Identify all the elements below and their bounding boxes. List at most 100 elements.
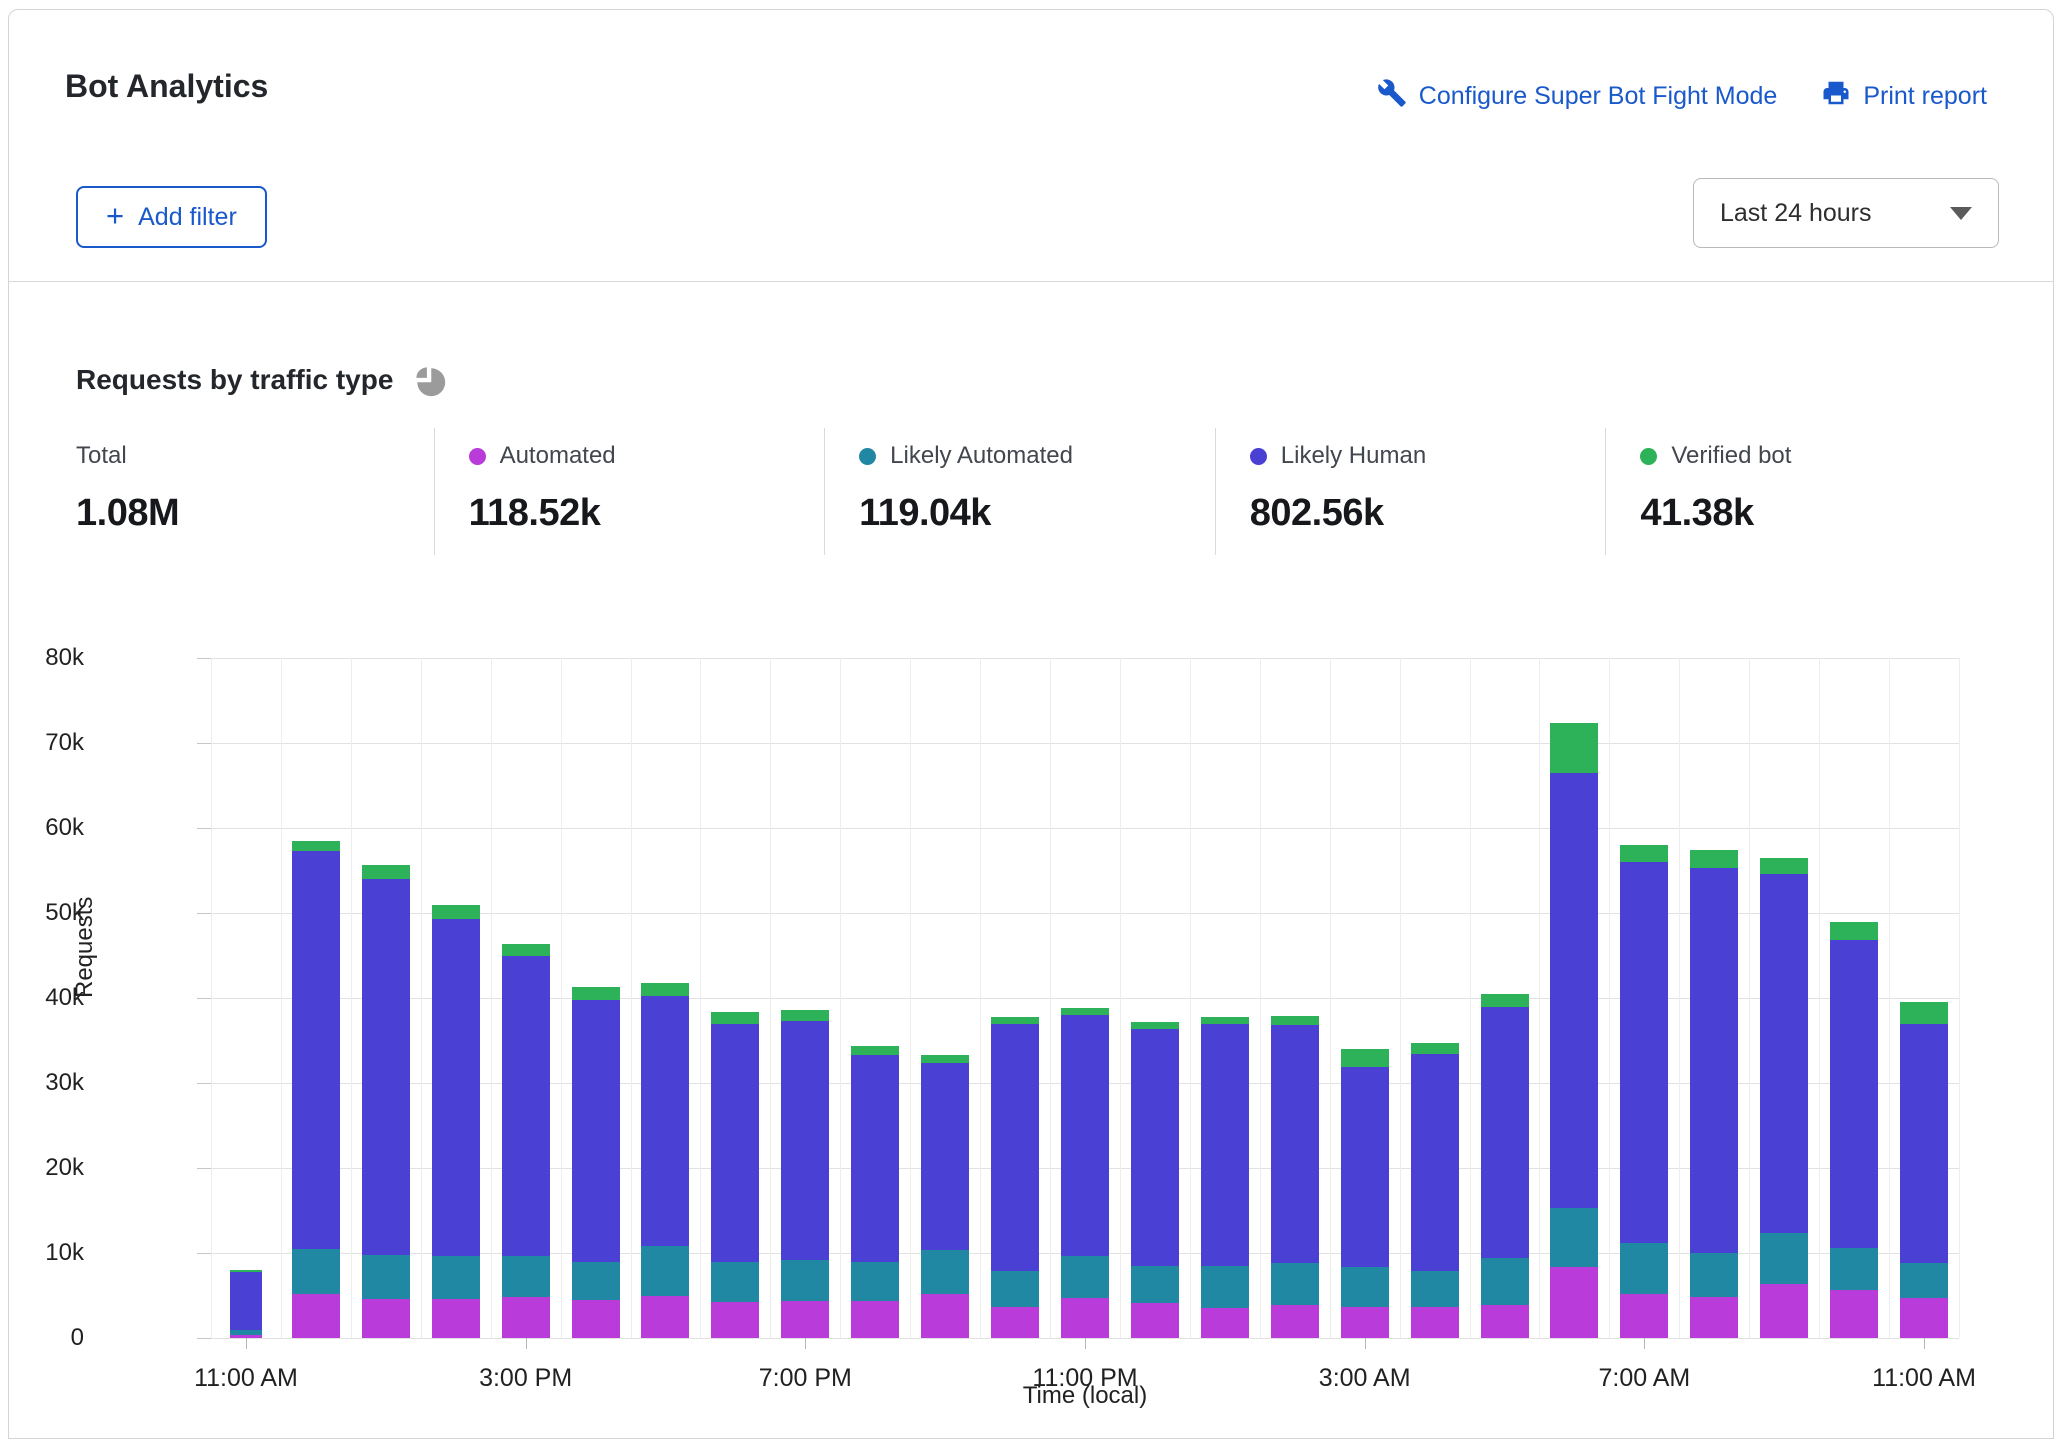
bar-segment-likely-human <box>1620 862 1668 1243</box>
v-gridline <box>281 658 282 1338</box>
section-title: Requests by traffic type <box>76 364 393 396</box>
y-tick <box>197 1168 211 1169</box>
stat-label: Automated <box>500 442 616 470</box>
y-tick-label: 70k <box>8 729 84 757</box>
bar-segment-likely-automated <box>1201 1266 1249 1309</box>
page-title: Bot Analytics <box>65 68 268 105</box>
y-tick-label: 80k <box>8 644 84 672</box>
bar-segment-automated <box>711 1302 759 1338</box>
chevron-down-icon <box>1950 207 1972 220</box>
stacked-bar <box>1830 922 1878 1338</box>
v-gridline <box>211 658 212 1338</box>
bar-segment-automated <box>1900 1298 1948 1338</box>
bar-segment-likely-automated <box>502 1256 550 1297</box>
configure-super-bot-fight-mode-link[interactable]: Configure Super Bot Fight Mode <box>1377 78 1778 115</box>
stat-value: 41.38k <box>1640 492 1996 535</box>
stat-value: 118.52k <box>469 492 825 535</box>
bar-segment-verified-bot <box>1061 1008 1109 1015</box>
stacked-bar <box>432 905 480 1338</box>
v-gridline <box>1260 658 1261 1338</box>
stat-automated[interactable]: Automated 118.52k <box>435 428 825 555</box>
stacked-bar <box>1201 1017 1249 1338</box>
v-gridline <box>1400 658 1401 1338</box>
stat-total: Total 1.08M <box>76 428 434 555</box>
stat-label: Total <box>76 442 127 470</box>
bar-segment-verified-bot <box>502 944 550 956</box>
bar-segment-likely-human <box>502 956 550 1257</box>
bar-segment-likely-automated <box>292 1249 340 1294</box>
bar-segment-verified-bot <box>851 1046 899 1055</box>
print-link-label: Print report <box>1863 82 1987 111</box>
bar-segment-verified-bot <box>1690 850 1738 868</box>
bar-segment-automated <box>921 1294 969 1338</box>
bar-segment-automated <box>1690 1297 1738 1338</box>
time-range-select[interactable]: Last 24 hours <box>1693 178 1999 248</box>
bar-segment-automated <box>572 1300 620 1338</box>
stat-likely-automated[interactable]: Likely Automated119.04k <box>825 428 1215 555</box>
chart-plot-area: 010k20k30k40k50k60k70k80k11:00 AM3:00 PM… <box>211 658 1959 1338</box>
y-tick <box>197 828 211 829</box>
bar-segment-automated <box>362 1299 410 1338</box>
x-tick <box>1365 1338 1366 1349</box>
y-tick-label: 30k <box>8 1069 84 1097</box>
bar-segment-automated <box>1341 1307 1389 1338</box>
bar-segment-verified-bot <box>292 841 340 851</box>
bar-segment-verified-bot <box>362 865 410 879</box>
bar-segment-verified-bot <box>1830 922 1878 941</box>
stacked-bar <box>781 1010 829 1338</box>
h-gridline <box>211 658 1959 659</box>
stat-likely-human[interactable]: Likely Human802.56k <box>1216 428 1606 555</box>
x-tick <box>526 1338 527 1349</box>
bar-segment-likely-automated <box>1760 1233 1808 1284</box>
requests-chart: Requests 010k20k30k40k50k60k70k80k11:00 … <box>9 610 2054 1410</box>
bar-segment-likely-automated <box>432 1256 480 1299</box>
bar-segment-automated <box>1201 1308 1249 1338</box>
stats-row: Total 1.08M Automated 118.52kLikely Automat… <box>76 428 1996 555</box>
bar-segment-automated <box>1061 1298 1109 1338</box>
stacked-bar <box>362 865 410 1338</box>
bar-segment-verified-bot <box>1550 723 1598 773</box>
bar-segment-likely-automated <box>991 1271 1039 1308</box>
bar-segment-likely-automated <box>1620 1243 1668 1294</box>
bar-segment-likely-human <box>1760 874 1808 1234</box>
stacked-bar <box>1620 845 1668 1338</box>
bar-segment-likely-human <box>1131 1029 1179 1265</box>
v-gridline <box>840 658 841 1338</box>
v-gridline <box>491 658 492 1338</box>
bar-segment-likely-human <box>230 1272 262 1331</box>
y-tick-label: 10k <box>8 1239 84 1267</box>
legend-dot <box>469 448 486 465</box>
y-tick <box>197 913 211 914</box>
bar-segment-likely-automated <box>1411 1271 1459 1307</box>
bar-segment-likely-automated <box>641 1246 689 1296</box>
stacked-bar <box>1900 1002 1948 1338</box>
add-filter-button[interactable]: + Add filter <box>76 186 267 248</box>
y-tick-label: 50k <box>8 899 84 927</box>
y-tick-label: 60k <box>8 814 84 842</box>
bar-segment-verified-bot <box>572 987 620 1000</box>
stat-label: Verified bot <box>1671 442 1791 470</box>
v-gridline <box>980 658 981 1338</box>
bar-segment-likely-automated <box>781 1260 829 1301</box>
print-report-link[interactable]: Print report <box>1821 78 1987 115</box>
bar-segment-likely-automated <box>1900 1263 1948 1298</box>
bar-segment-likely-human <box>1690 868 1738 1253</box>
stacked-bar <box>711 1012 759 1338</box>
v-gridline <box>351 658 352 1338</box>
v-gridline <box>1959 658 1960 1338</box>
bar-segment-verified-bot <box>711 1012 759 1024</box>
bar-segment-likely-automated <box>1481 1258 1529 1305</box>
stat-value: 1.08M <box>76 492 434 535</box>
bar-segment-likely-human <box>711 1024 759 1261</box>
bar-segment-automated <box>851 1301 899 1338</box>
bar-segment-automated <box>1550 1267 1598 1338</box>
legend-dot <box>1640 448 1657 465</box>
bar-segment-automated <box>1131 1303 1179 1338</box>
stat-value: 802.56k <box>1250 492 1606 535</box>
stacked-bar <box>1690 850 1738 1338</box>
v-gridline <box>1330 658 1331 1338</box>
stacked-bar <box>1411 1043 1459 1338</box>
bar-segment-likely-human <box>641 996 689 1246</box>
bar-segment-likely-automated <box>1061 1256 1109 1299</box>
stat-verified-bot[interactable]: Verified bot 41.38k <box>1606 428 1996 555</box>
